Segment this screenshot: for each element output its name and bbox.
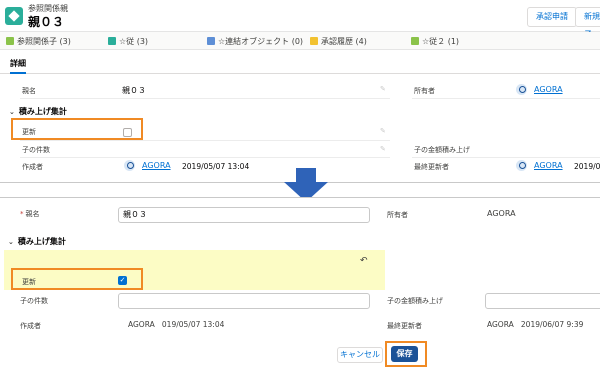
name-input[interactable]: 親０３ <box>118 207 370 223</box>
related-link-label: ☆連結オブジェクト (0) <box>218 37 304 46</box>
record-tabs: 詳細 <box>0 56 600 74</box>
related-link-reference-child[interactable]: 参照関係子 (3) <box>6 36 71 47</box>
field-divider <box>20 140 390 141</box>
child-sum-label: 子の金額積み上げ <box>414 146 470 154</box>
related-list-quick-links: 参照関係子 (3) ☆従 (3) ☆連結オブジェクト (0) 承認履歴 (4) … <box>0 32 600 50</box>
name-label: 親名 <box>22 87 36 95</box>
created-by-label: 作成者 <box>22 163 43 171</box>
modified-date: 2019/06/ <box>574 162 600 171</box>
rollup-section-header[interactable]: ⌄ 積み上げ集計 <box>9 106 67 117</box>
related-link-detail-2[interactable]: ☆従２ (1) <box>411 36 459 47</box>
user-avatar-icon <box>516 84 527 95</box>
field-divider <box>20 98 390 99</box>
related-link-label: ☆従２ (1) <box>422 37 460 46</box>
field-divider <box>20 157 390 158</box>
highlight-box-view <box>11 118 143 140</box>
owner-label: 所有者 <box>414 87 435 95</box>
tab-details[interactable]: 詳細 <box>10 58 26 74</box>
edit-pencil-icon[interactable]: ✎ <box>380 145 386 153</box>
user-avatar-icon <box>516 160 527 171</box>
new-child-button[interactable]: 新規子 <box>575 7 600 39</box>
child-sum-label: 子の金額積み上げ <box>387 297 443 305</box>
highlight-box-save <box>385 341 427 367</box>
related-list-icon <box>6 37 14 45</box>
name-value: 親０３ <box>122 86 146 95</box>
section-title: 積み上げ集計 <box>18 107 67 116</box>
related-list-icon <box>411 37 419 45</box>
child-count-label: 子の件数 <box>22 146 50 154</box>
related-link-junction-object[interactable]: ☆連結オブジェクト (0) <box>207 36 303 47</box>
edit-pencil-icon[interactable]: ✎ <box>380 127 386 135</box>
created-by-value: AGORA 019/05/07 13:04 <box>128 320 225 329</box>
chevron-down-icon: ⌄ <box>9 108 15 116</box>
undo-icon[interactable]: ↶ <box>360 256 368 266</box>
name-label: * 親名 <box>20 210 40 218</box>
edit-pencil-icon[interactable]: ✎ <box>380 85 386 93</box>
child-count-input[interactable] <box>118 293 370 309</box>
modified-by-value: AGORA 2019/06/07 9:39 <box>487 320 584 329</box>
created-by-label: 作成者 <box>20 322 41 330</box>
field-divider <box>412 98 600 99</box>
chevron-down-icon: ⌄ <box>8 238 14 246</box>
user-avatar-icon <box>124 160 135 171</box>
related-link-detail[interactable]: ☆従 (3) <box>108 36 148 47</box>
record-edit-screenshot: * 親名 親０３ 所有者 AGORA ⌄ 積み上げ集計 ↶ 更新 ✓ 子の件数 子の… <box>0 197 600 371</box>
created-by-link[interactable]: AGORA <box>142 161 171 170</box>
object-diamond-icon <box>5 7 23 25</box>
created-date: 2019/05/07 13:04 <box>182 162 250 171</box>
record-title: 親０３ <box>28 15 65 29</box>
related-list-icon <box>108 37 116 45</box>
owner-link[interactable]: AGORA <box>534 85 563 94</box>
owner-value: AGORA <box>487 209 516 218</box>
record-view-screenshot: 参照関係親 親０３ 承認申請 新規子 参照関係子 (3) ☆従 (3) ☆連結オ… <box>0 0 600 183</box>
screenshot-composite: 参照関係親 親０３ 承認申請 新規子 参照関係子 (3) ☆従 (3) ☆連結オ… <box>0 0 600 371</box>
submit-approval-button[interactable]: 承認申請 <box>527 7 577 27</box>
highlight-box-edit <box>11 268 143 290</box>
related-link-label: ☆従 (3) <box>119 37 149 46</box>
child-sum-input[interactable] <box>485 293 600 309</box>
modified-by-label: 最終更新者 <box>414 163 449 171</box>
related-link-label: 参照関係子 (3) <box>17 37 71 46</box>
related-link-label: 承認履歴 (4) <box>321 37 367 46</box>
rollup-section-header[interactable]: ⌄ 積み上げ集計 <box>8 236 66 247</box>
modified-by-link[interactable]: AGORA <box>534 161 563 170</box>
owner-label: 所有者 <box>387 211 408 219</box>
field-divider <box>412 157 600 158</box>
section-title: 積み上げ集計 <box>17 237 66 246</box>
modified-by-label: 最終更新者 <box>387 322 422 330</box>
cancel-button[interactable]: キャンセル <box>337 347 383 363</box>
related-list-icon <box>310 37 318 45</box>
required-marker: * <box>20 210 24 218</box>
related-link-approval-history[interactable]: 承認履歴 (4) <box>310 36 367 47</box>
child-count-label: 子の件数 <box>20 297 48 305</box>
related-list-icon <box>207 37 215 45</box>
record-header: 参照関係親 親０３ 承認申請 新規子 <box>0 0 600 39</box>
